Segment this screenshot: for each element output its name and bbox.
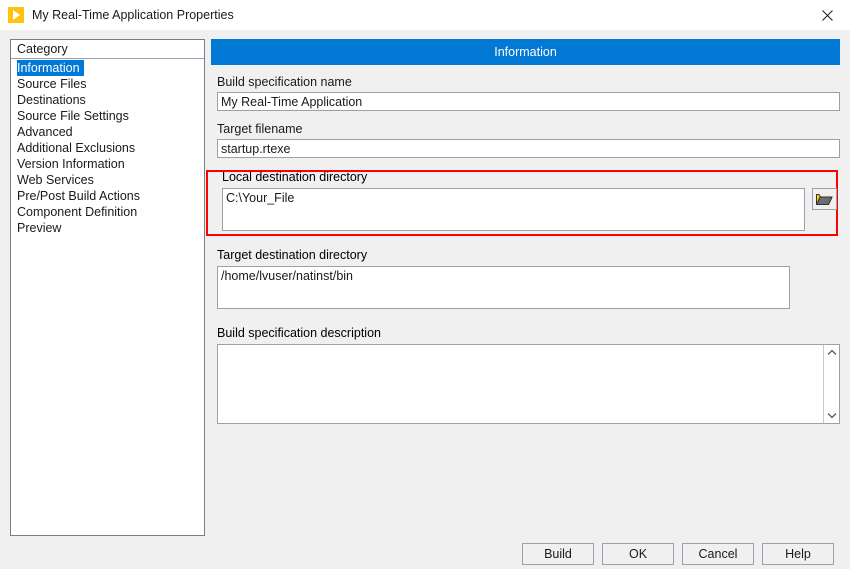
ok-button[interactable]: OK: [602, 543, 674, 565]
target-filename-label: Target filename: [217, 122, 303, 136]
category-list-items[interactable]: Information Source Files Destinations So…: [11, 59, 204, 236]
sidebar-item-source-file-settings[interactable]: Source File Settings: [11, 108, 204, 124]
information-panel: Information Build specification name Tar…: [206, 39, 840, 536]
target-filename-input[interactable]: [217, 139, 840, 158]
local-destination-directory-label: Local destination directory: [222, 170, 368, 184]
chevron-up-icon[interactable]: [827, 349, 837, 356]
build-spec-name-field-group: Build specification name: [217, 75, 840, 111]
sidebar-item-web-services[interactable]: Web Services: [11, 172, 204, 188]
target-destination-directory-label: Target destination directory: [217, 248, 368, 262]
local-destination-directory-input[interactable]: C:\Your_File: [222, 188, 805, 231]
sidebar-item-pre-post-build-actions[interactable]: Pre/Post Build Actions: [11, 188, 204, 204]
build-spec-name-input[interactable]: [217, 92, 840, 111]
build-spec-description-scrollbar[interactable]: [823, 345, 839, 423]
close-icon[interactable]: [804, 0, 850, 30]
build-spec-description-input[interactable]: [218, 345, 823, 423]
build-spec-description-field[interactable]: [217, 344, 840, 424]
sidebar-item-label: Information: [17, 60, 84, 76]
window-title: My Real-Time Application Properties: [32, 8, 234, 22]
build-button[interactable]: Build: [522, 543, 594, 565]
labview-run-arrow-icon: [8, 7, 24, 23]
sidebar-item-preview[interactable]: Preview: [11, 220, 204, 236]
title-bar: My Real-Time Application Properties: [0, 0, 850, 30]
sidebar-item-destinations[interactable]: Destinations: [11, 92, 204, 108]
sidebar-item-component-definition[interactable]: Component Definition: [11, 204, 204, 220]
dialog-body: Category Information Source Files Destin…: [0, 30, 850, 569]
target-destination-directory-input[interactable]: /home/lvuser/natinst/bin: [217, 266, 790, 309]
dialog-button-row: Build OK Cancel Help: [0, 543, 850, 569]
sidebar-item-additional-exclusions[interactable]: Additional Exclusions: [11, 140, 204, 156]
cancel-button[interactable]: Cancel: [682, 543, 754, 565]
category-list[interactable]: Category Information Source Files Destin…: [10, 39, 205, 536]
sidebar-item-information[interactable]: Information: [11, 60, 204, 76]
category-list-header: Category: [11, 40, 204, 59]
sidebar-item-source-files[interactable]: Source Files: [11, 76, 204, 92]
build-spec-name-label: Build specification name: [217, 75, 352, 89]
target-filename-field-group: Target filename: [217, 122, 840, 158]
panel-title: Information: [211, 39, 840, 65]
chevron-down-icon[interactable]: [827, 412, 837, 419]
open-folder-icon: [816, 192, 833, 206]
browse-folder-button[interactable]: [812, 188, 837, 210]
sidebar-item-version-information[interactable]: Version Information: [11, 156, 204, 172]
build-spec-description-label: Build specification description: [217, 326, 381, 340]
help-button[interactable]: Help: [762, 543, 834, 565]
sidebar-item-advanced[interactable]: Advanced: [11, 124, 204, 140]
